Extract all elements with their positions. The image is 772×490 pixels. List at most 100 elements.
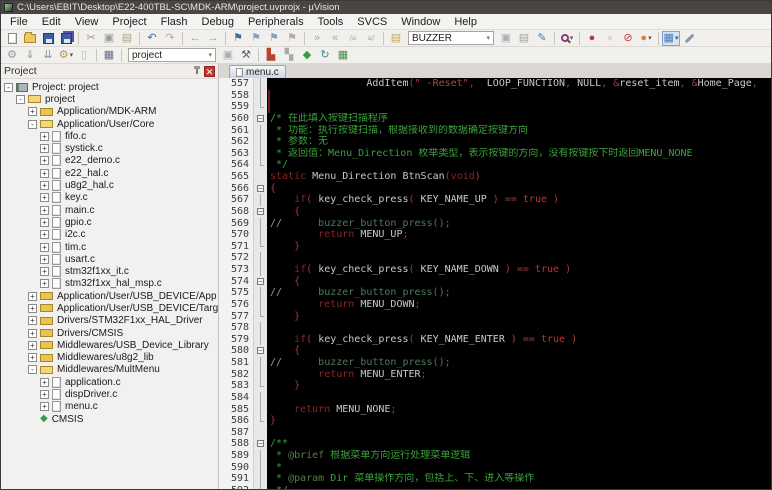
expand-icon[interactable]: + [28, 316, 37, 326]
expand-icon[interactable]: + [40, 193, 49, 203]
cut-button[interactable]: ✂ [82, 31, 100, 46]
fold-collapse-icon[interactable]: – [257, 440, 264, 448]
window-layout-button[interactable]: ▦ ▾ [662, 30, 680, 46]
configure-target-button[interactable]: ⚒ [237, 48, 255, 63]
tree-item-application-mdk-arm[interactable]: + Application/MDK-ARM [1, 106, 218, 118]
target-select[interactable]: project ▾ [128, 48, 216, 62]
code-editor[interactable]: 557 AddItem(" -Reset", LOOP_FUNCTION, NU… [219, 78, 771, 489]
tree-item-project-project[interactable]: - Project: project [1, 81, 218, 93]
indent-button[interactable]: » [308, 31, 326, 46]
configure-button[interactable] [680, 31, 698, 46]
comment-button[interactable]: /≡ [344, 31, 362, 46]
expand-icon[interactable]: + [40, 242, 49, 252]
fold-collapse-icon[interactable]: – [257, 184, 264, 192]
navigate-forward-button[interactable]: → [204, 31, 222, 46]
tree-item-tim-c[interactable]: + tim.c [1, 241, 218, 253]
menu-window[interactable]: Window [394, 14, 447, 29]
target-options-button[interactable]: ▣ [219, 48, 237, 63]
tree-item-usart-c[interactable]: + usart.c [1, 253, 218, 265]
menu-tools[interactable]: Tools [311, 14, 351, 29]
expand-icon[interactable]: + [28, 291, 37, 301]
fold-collapse-icon[interactable]: – [257, 114, 264, 122]
fold-margin[interactable]: – [253, 182, 267, 195]
fold-collapse-icon[interactable]: – [257, 347, 264, 355]
expand-icon[interactable]: + [28, 353, 37, 363]
new-file-button[interactable] [3, 31, 21, 46]
tree-item-menu-c[interactable]: + menu.c [1, 401, 218, 413]
tree-item-middlewares-u8g2-lib[interactable]: + Middlewares/u8g2_lib [1, 352, 218, 364]
expand-icon[interactable]: + [40, 131, 49, 141]
rebuild-all-button[interactable]: ⇊ [39, 48, 57, 63]
bookmark-next-button[interactable]: ⚑ [247, 31, 265, 46]
tree-item-stm32f1xx-hal-msp-c[interactable]: + stm32f1xx_hal_msp.c [1, 278, 218, 290]
menu-svcs[interactable]: SVCS [350, 14, 394, 29]
expand-icon[interactable]: + [40, 377, 49, 387]
tree-item-application-user-core[interactable]: - Application/User/Core [1, 118, 218, 130]
find-combo[interactable]: BUZZER ▾ [408, 31, 494, 45]
title-bar[interactable]: C:\Users\EBIT\Desktop\E22-400TBL-SC\MDK-… [1, 1, 771, 14]
tree-item-application-c[interactable]: + application.c [1, 376, 218, 388]
unindent-button[interactable]: « [326, 31, 344, 46]
fold-margin[interactable]: – [253, 345, 267, 357]
expand-icon[interactable]: + [28, 340, 37, 350]
stop-build-button[interactable]: ▯ [75, 48, 93, 63]
close-icon[interactable]: ✕ [204, 65, 215, 77]
build-button[interactable]: ⇓ [21, 48, 39, 63]
open-file-button[interactable] [21, 31, 39, 46]
expand-icon[interactable]: + [28, 107, 37, 117]
bookmark-clear-button[interactable]: ⚑ [283, 31, 301, 46]
tree-item-u8g2-hal-c[interactable]: + u8g2_hal.c [1, 179, 218, 192]
tree-item-gpio-c[interactable]: + gpio.c [1, 216, 218, 228]
navigate-back-button[interactable]: ← [186, 31, 204, 46]
translate-file-button[interactable]: ⚙ [3, 48, 21, 63]
manage-components-button[interactable]: ▙ [262, 48, 280, 63]
expand-icon[interactable]: + [40, 217, 49, 227]
fold-collapse-icon[interactable]: – [257, 207, 264, 215]
tree-item-main-c[interactable]: + main.c [1, 204, 218, 216]
redo-button[interactable]: ↷ [161, 31, 179, 46]
tree-item-cmsis[interactable]: ◆ CMSIS [1, 413, 218, 425]
fold-margin[interactable]: – [253, 112, 267, 125]
tree-item-e22-hal-c[interactable]: + e22_hal.c [1, 167, 218, 179]
find-in-files-button[interactable]: ▤ [515, 31, 533, 46]
expand-icon[interactable]: + [40, 267, 49, 277]
collapse-icon[interactable]: - [28, 119, 37, 129]
annotate-button[interactable]: ✎ [533, 31, 551, 46]
disable-breakpoint-button[interactable]: ● [601, 31, 619, 46]
tree-item-e22-demo-c[interactable]: + e22_demo.c [1, 155, 218, 167]
expand-icon[interactable]: + [40, 390, 49, 400]
tree-item-systick-c[interactable]: + systick.c [1, 142, 218, 155]
tree-item-key-c[interactable]: + key.c [1, 192, 218, 204]
expand-icon[interactable]: + [40, 402, 49, 412]
tree-item-fifo-c[interactable]: + fifo.c [1, 130, 218, 142]
uncomment-button[interactable]: ≡/ [362, 31, 380, 46]
menu-peripherals[interactable]: Peripherals [241, 14, 311, 29]
copy-button[interactable]: ▣ [100, 31, 118, 46]
enable-breakpoints-button[interactable]: ● ▾ [637, 31, 655, 46]
fold-margin[interactable]: – [253, 275, 267, 288]
expand-icon[interactable]: + [28, 328, 37, 338]
menu-edit[interactable]: Edit [35, 14, 68, 29]
undo-button[interactable]: ↶ [143, 31, 161, 46]
tree-item-drivers-cmsis[interactable]: + Drivers/CMSIS [1, 327, 218, 339]
pin-icon[interactable] [193, 66, 201, 76]
menu-file[interactable]: File [3, 14, 35, 29]
menu-flash[interactable]: Flash [154, 14, 195, 29]
expand-icon[interactable]: + [40, 181, 49, 191]
collapse-icon[interactable]: - [4, 82, 13, 92]
kill-breakpoints-button[interactable]: ⊘ [619, 31, 637, 46]
expand-icon[interactable]: + [40, 230, 49, 240]
save-button[interactable] [39, 31, 57, 46]
tree-item-dispdriver-c[interactable]: + dispDriver.c [1, 388, 218, 401]
find-in-files-dropdown-button[interactable]: ▾ [558, 31, 576, 46]
tab-menu-c[interactable]: menu.c [229, 65, 286, 78]
paste-button[interactable]: ▤ [118, 31, 136, 46]
find-options-button[interactable]: ▣ [497, 31, 515, 46]
tree-item-stm32f1xx-it-c[interactable]: + stm32f1xx_it.c [1, 265, 218, 278]
tree-item-drivers-stm32f1xx-hal-driver[interactable]: + Drivers/STM32F1xx_HAL_Driver [1, 315, 218, 327]
insert-breakpoint-button[interactable]: ● [583, 31, 601, 46]
expand-icon[interactable]: + [40, 156, 49, 166]
tree-item-i2c-c[interactable]: + i2c.c [1, 229, 218, 241]
menu-debug[interactable]: Debug [195, 14, 241, 29]
fold-collapse-icon[interactable]: – [257, 277, 264, 285]
